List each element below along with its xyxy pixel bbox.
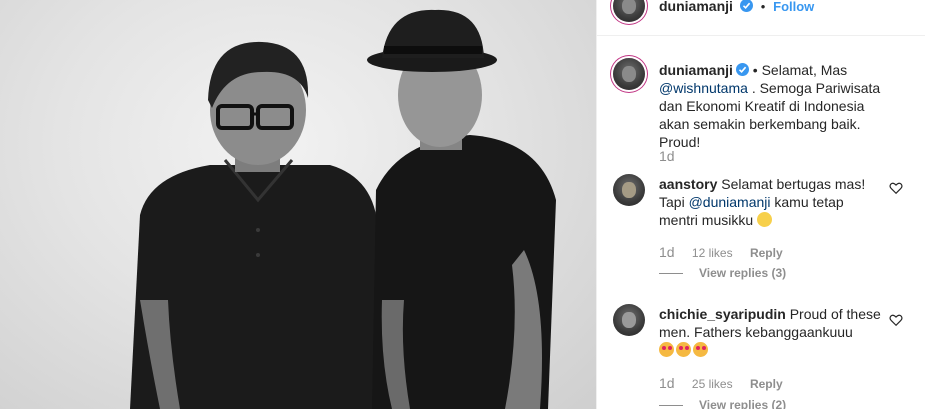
caption-meta: 1d [659,148,689,164]
photo-illustration [130,9,556,409]
heart-outline-icon[interactable] [889,181,903,195]
author-avatar[interactable] [613,0,645,22]
comment-meta: 1d 12 likes Reply [659,244,783,260]
view-replies-button[interactable]: View replies (3) [659,266,786,280]
separator-dot: • [760,0,766,14]
caption-time[interactable]: 1d [659,148,675,164]
comment-likes[interactable]: 12 likes [692,246,733,260]
comment-time[interactable]: 1d [659,375,675,391]
follow-button[interactable]: Follow [773,0,814,14]
caption-text-part-1: • Selamat, Mas [752,62,848,78]
comment-username[interactable]: aanstory [659,176,717,192]
comment-avatar[interactable] [613,174,645,206]
comment-likes[interactable]: 25 likes [692,377,733,391]
caption-text: duniamanji • Selamat, Mas @wishnutama . … [659,61,889,151]
mention-link[interactable]: @wishnutama [659,80,748,96]
view-replies-label: View replies (3) [699,266,787,280]
comment-meta: 1d 25 likes Reply [659,375,783,391]
view-replies-button[interactable]: View replies (2) [659,398,786,409]
reply-button[interactable]: Reply [750,246,783,260]
comment-text: chichie_syaripudin Proud of these men. F… [659,305,881,359]
caption-avatar[interactable] [613,58,645,90]
comment-username[interactable]: chichie_syaripudin [659,306,786,322]
comment-time[interactable]: 1d [659,244,675,260]
mention-link[interactable]: @duniamanji [689,194,771,210]
divider-line [659,405,683,407]
comment-avatar[interactable] [613,304,645,336]
divider-line [659,273,683,275]
heart-eyes-icon [659,342,674,357]
heart-eyes-icon [676,342,691,357]
author-username[interactable]: duniamanji [659,0,733,14]
caption-username[interactable]: duniamanji [659,62,733,78]
heart-eyes-icon [693,342,708,357]
post-photo[interactable] [0,0,596,409]
reply-button[interactable]: Reply [750,377,783,391]
verified-badge-icon [739,0,753,12]
view-replies-label: View replies (2) [699,398,787,409]
heart-outline-icon[interactable] [889,313,903,327]
comment-text: aanstory Selamat bertugas mas! Tapi @dun… [659,175,881,229]
smiling-face-with-halo-icon [757,212,773,227]
post-header: duniamanji • Follow [597,0,925,36]
comments-panel: duniamanji • Follow duniamanji • Selamat… [596,0,925,409]
verified-badge-icon [735,63,749,76]
